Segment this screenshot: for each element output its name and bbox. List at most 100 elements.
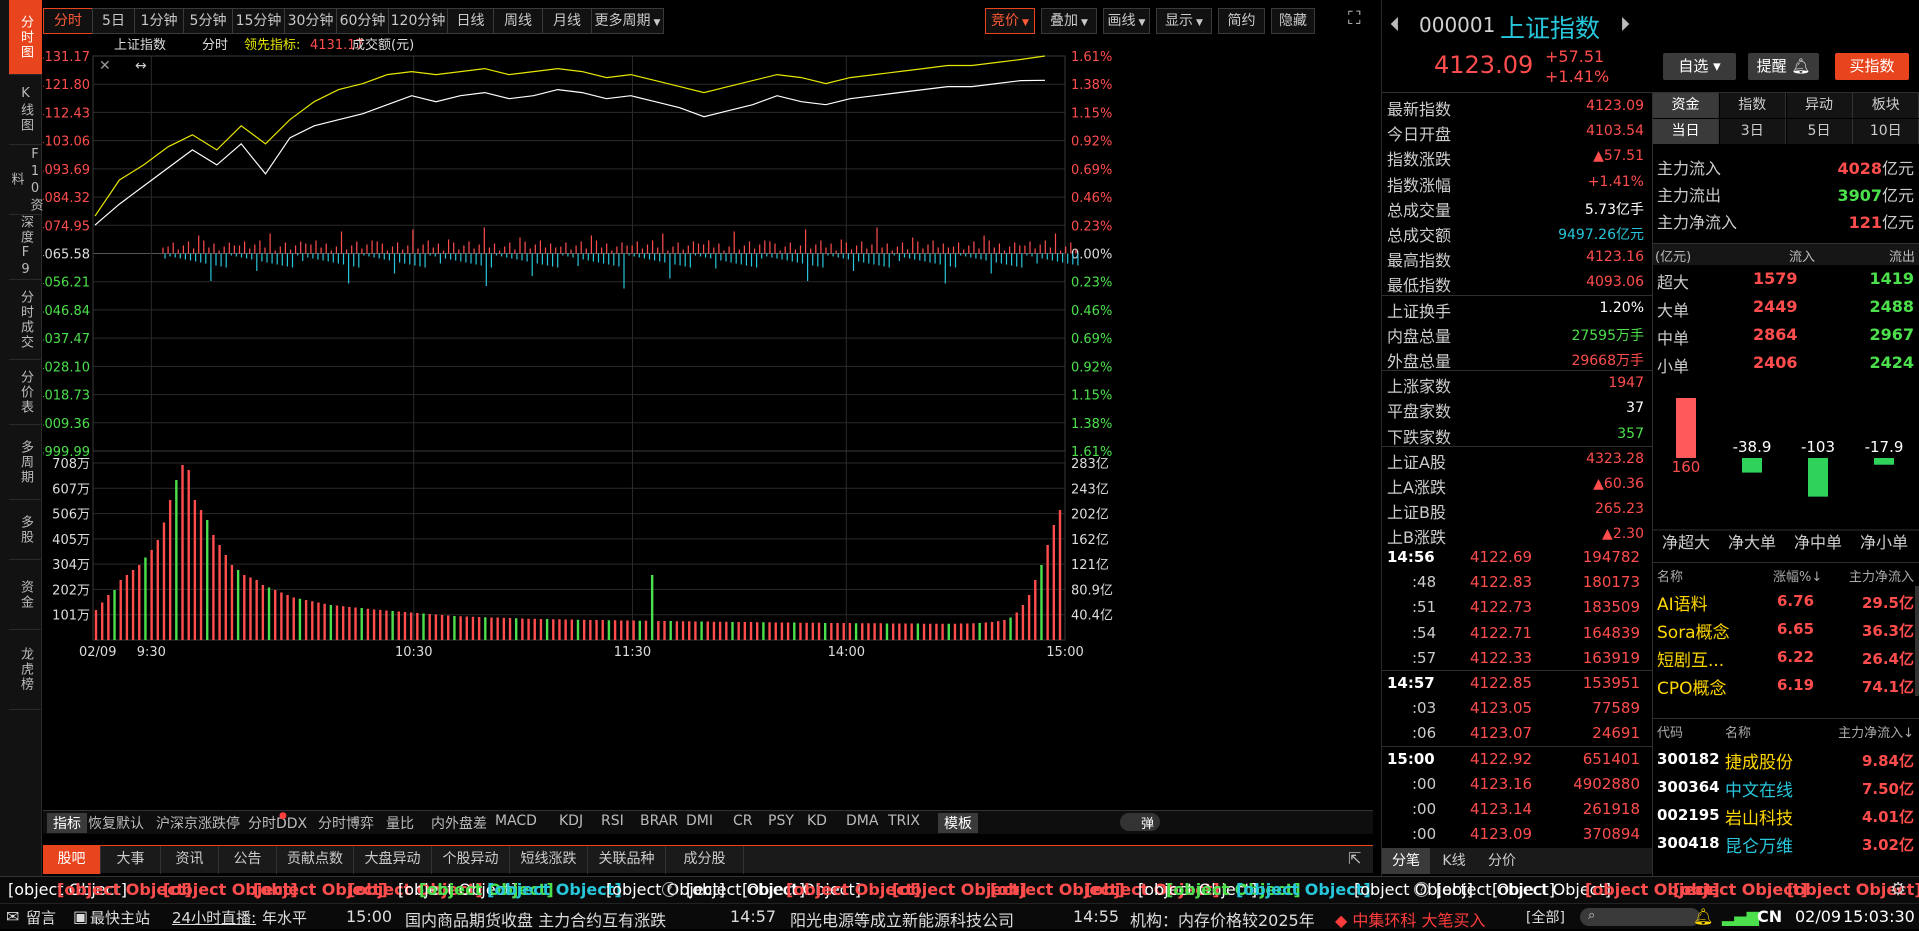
period-tab-2[interactable]: 1分钟	[134, 8, 184, 34]
tick-tab-1[interactable]: K线	[1430, 848, 1478, 874]
indicator-tab-2[interactable]: 沪深京涨跌停	[156, 813, 240, 833]
stock-code[interactable]: 002195	[1657, 806, 1720, 824]
indicator-tab-4[interactable]: 分时博弈	[318, 813, 374, 833]
fullscreen-icon[interactable]: ⛶	[1348, 8, 1361, 29]
indicator-tab-0[interactable]: 指标	[47, 813, 87, 833]
period-tab-10[interactable]: 月线	[542, 8, 592, 34]
intraday-chart[interactable]: 4131.17 4121.80 4112.43 4103.06 4093.69 4084.…	[43, 36, 1373, 806]
fund-period-0[interactable]: 当日	[1653, 119, 1719, 144]
fund-tab-2[interactable]: 异动	[1786, 93, 1853, 118]
left-tab-3[interactable]: 深度F9	[9, 215, 42, 280]
left-tab-1[interactable]: K线图	[9, 75, 42, 145]
prev-arrow-icon[interactable]: ⏴	[1390, 12, 1400, 36]
popup-toggle[interactable]: 弹	[1120, 813, 1160, 832]
fund-tab-0[interactable]: 资金	[1653, 93, 1719, 118]
stock-code[interactable]: 300182	[1657, 750, 1720, 768]
indicator-tab-9[interactable]: RSI	[601, 813, 624, 829]
indicator-tab-5[interactable]: 量比	[386, 813, 414, 833]
left-tab-2[interactable]: F10资料	[9, 145, 43, 215]
sector-name[interactable]: 短剧互...	[1657, 646, 1724, 671]
period-tab-4[interactable]: 15分钟	[232, 8, 285, 34]
left-tab-9[interactable]: 龙虎榜	[9, 630, 42, 710]
bottom-tab-7[interactable]: 短线涨跌	[510, 846, 588, 874]
indicator-tab-13[interactable]: PSY	[768, 813, 794, 829]
indicator-tab-14[interactable]: KD	[807, 813, 827, 829]
stock-name[interactable]: 中文在线	[1725, 776, 1793, 801]
indicator-tab-7[interactable]: MACD	[495, 813, 537, 829]
news2-text[interactable]: 阳光电源等成立新能源科技公司	[790, 907, 1014, 931]
sector-name[interactable]: CPO概念	[1657, 674, 1727, 699]
bell-status-icon[interactable]: 🔔︎	[1693, 907, 1713, 926]
fund-period-3[interactable]: 10日	[1853, 119, 1919, 144]
left-tab-0[interactable]: 分时图	[9, 0, 42, 75]
indicator-tab-15[interactable]: DMA	[846, 813, 878, 829]
sector-name[interactable]: Sora概念	[1657, 618, 1730, 643]
sector-header[interactable]: 涨幅%↓	[1773, 566, 1822, 585]
period-tab-5[interactable]: 30分钟	[284, 8, 337, 34]
left-tab-8[interactable]: 资金	[9, 560, 42, 630]
search-box[interactable]: ⌕	[1580, 908, 1700, 926]
bottom-tab-8[interactable]: 关联品种	[588, 846, 666, 874]
next-arrow-icon[interactable]: ⏵	[1620, 12, 1630, 36]
close-overlay-icon[interactable]: ✕	[99, 58, 111, 74]
live-label[interactable]: 24小时直播:	[172, 907, 256, 928]
stock-code[interactable]: 300418	[1657, 834, 1720, 852]
buy-index-button[interactable]: 买指数	[1835, 53, 1909, 80]
indicator-tab-3[interactable]: 分时DDX	[248, 813, 307, 833]
export-icon[interactable]: ⇱	[1348, 849, 1361, 868]
period-tab-9[interactable]: 周线	[493, 8, 543, 34]
period-tab-11[interactable]: 更多周期 ▼	[591, 8, 664, 34]
alert-button[interactable]: 提醒 🔔︎	[1748, 53, 1819, 80]
sector-name[interactable]: AI语料	[1657, 590, 1708, 615]
tool-button-1[interactable]: 叠加 ▼	[1041, 8, 1097, 34]
news3-text[interactable]: 机构：内存价格较2025年	[1130, 907, 1330, 931]
stock-header[interactable]: 代码	[1657, 722, 1683, 741]
tool-button-2[interactable]: 画线 ▼	[1103, 8, 1150, 34]
bottom-tab-2[interactable]: 资讯	[161, 846, 219, 874]
bottom-tab-4[interactable]: 贡献点数	[277, 846, 354, 874]
tick-tab-2[interactable]: 分价	[1478, 848, 1526, 874]
stock-name[interactable]: 岩山科技	[1725, 804, 1793, 829]
stock-header[interactable]: 名称	[1725, 722, 1751, 741]
fastest-server[interactable]: 最快主站	[90, 907, 150, 928]
leave-message[interactable]: 留言	[26, 907, 56, 928]
stock-code[interactable]: 300364	[1657, 778, 1720, 796]
tick-tab-0[interactable]: 分笔	[1382, 848, 1430, 874]
bottom-tab-5[interactable]: 大盘异动	[354, 846, 432, 874]
settings-icon[interactable]: ⚙	[1890, 879, 1906, 900]
sector-scrollbar[interactable]	[1915, 586, 1919, 696]
fund-tab-3[interactable]: 板块	[1853, 93, 1919, 118]
left-tab-5[interactable]: 分价表	[9, 360, 42, 425]
left-tab-6[interactable]: 多周期	[9, 425, 42, 500]
stock-name[interactable]: 捷成股份	[1725, 748, 1793, 773]
help-icon[interactable]: ?	[1414, 882, 1429, 897]
period-tab-0[interactable]: 分时	[43, 8, 93, 34]
indicator-tab-10[interactable]: BRAR	[640, 813, 678, 829]
stock-name[interactable]: 昆仑万维	[1725, 832, 1793, 857]
tool-button-4[interactable]: 简约	[1218, 8, 1265, 34]
period-tab-7[interactable]: 120分钟	[388, 8, 448, 34]
watchlist-button[interactable]: 自选 ▾	[1663, 53, 1736, 80]
tool-button-0[interactable]: 竞价 ▼	[985, 8, 1035, 34]
bottom-tab-0[interactable]: 股吧	[43, 846, 101, 874]
indicator-tab-12[interactable]: CR	[733, 813, 753, 829]
period-tab-1[interactable]: 5日	[92, 8, 135, 34]
indicator-tab-11[interactable]: DMI	[686, 813, 713, 829]
bottom-tab-6[interactable]: 个股异动	[432, 846, 510, 874]
indicator-tab-8[interactable]: KDJ	[559, 813, 583, 829]
sector-header[interactable]: 名称	[1657, 566, 1683, 585]
bottom-tab-1[interactable]: 大事	[101, 846, 161, 874]
message-icon[interactable]: ✉	[6, 907, 19, 926]
left-tab-4[interactable]: 分时成交	[9, 280, 42, 360]
left-tab-7[interactable]: 多股	[9, 500, 42, 560]
trade-alert[interactable]: ◆ 中集环科 大笔买入	[1335, 907, 1485, 931]
fund-tab-1[interactable]: 指数	[1719, 93, 1786, 118]
period-tab-3[interactable]: 5分钟	[183, 8, 233, 34]
stock-header[interactable]: 主力净流入↓	[1838, 722, 1914, 741]
period-tab-6[interactable]: 60分钟	[336, 8, 389, 34]
tool-button-3[interactable]: 显示 ▼	[1156, 8, 1212, 34]
news1-text[interactable]: 国内商品期货收盘 主力合约互有涨跌	[405, 907, 666, 931]
period-tab-8[interactable]: 日线	[447, 8, 494, 34]
indicator-tab-1[interactable]: 恢复默认	[88, 813, 144, 833]
tool-button-5[interactable]: 隐藏	[1271, 8, 1315, 34]
